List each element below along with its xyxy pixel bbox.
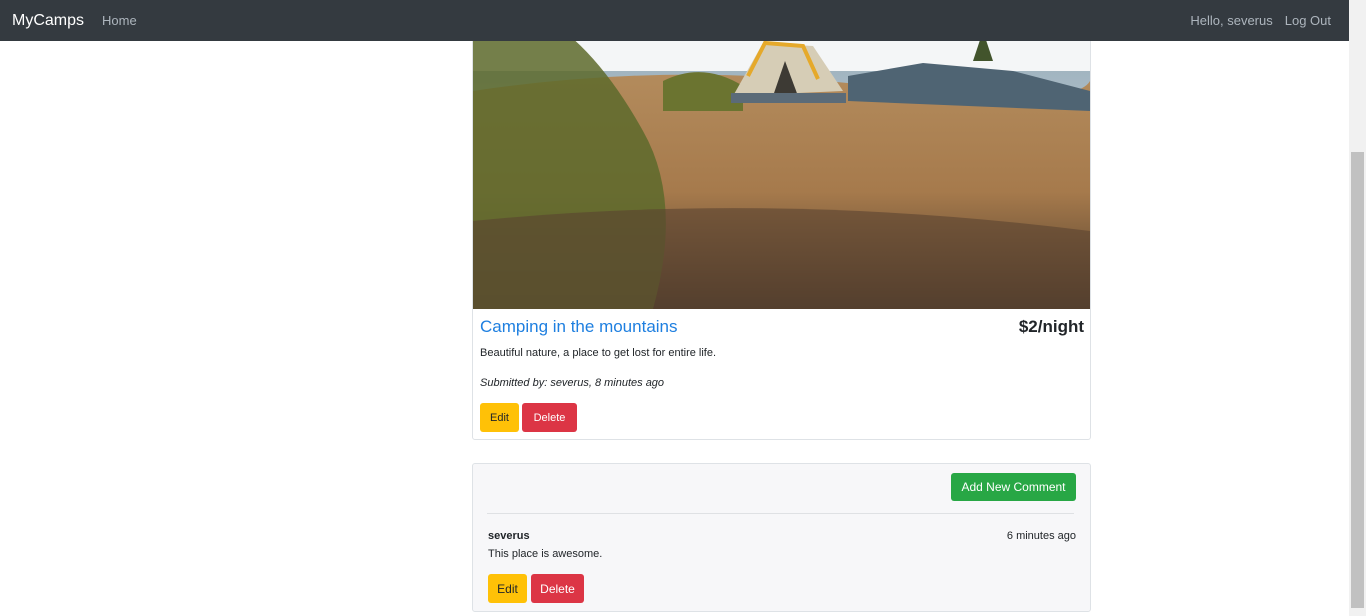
campground-price: $2/night <box>1018 317 1084 336</box>
comment-time: 6 minutes ago <box>1006 530 1076 542</box>
comment-author: severus <box>488 530 530 542</box>
comment-delete-button[interactable]: Delete <box>531 574 584 603</box>
nav-home-link[interactable]: Home <box>102 13 137 28</box>
nav-user-area: Hello, severus Log Out <box>1178 13 1331 28</box>
navbar: MyCamps Home Hello, severus Log Out <box>0 0 1349 41</box>
campground-card: Camping in the mountains $2/night Beauti… <box>472 0 1091 440</box>
campground-delete-button[interactable]: Delete <box>522 403 577 432</box>
campground-image <box>473 1 1090 309</box>
campground-title-link[interactable]: Camping in the mountains <box>480 317 678 337</box>
comment-text: This place is awesome. <box>488 548 603 560</box>
campground-edit-button[interactable]: Edit <box>480 403 519 432</box>
comments-section: Add New Comment severus 6 minutes ago Th… <box>472 463 1091 612</box>
brand-link[interactable]: MyCamps <box>12 12 84 30</box>
comments-divider <box>487 513 1074 514</box>
logout-link[interactable]: Log Out <box>1285 13 1331 28</box>
user-greeting-link[interactable]: Hello, severus <box>1190 13 1272 28</box>
campground-description: Beautiful nature, a place to get lost fo… <box>480 347 717 359</box>
comment-edit-button[interactable]: Edit <box>488 574 527 603</box>
page-scrollbar[interactable] <box>1349 0 1366 616</box>
add-comment-button[interactable]: Add New Comment <box>951 473 1076 501</box>
scrollbar-thumb[interactable] <box>1351 152 1364 608</box>
campground-submitted-by: Submitted by: severus, 8 minutes ago <box>480 377 665 389</box>
